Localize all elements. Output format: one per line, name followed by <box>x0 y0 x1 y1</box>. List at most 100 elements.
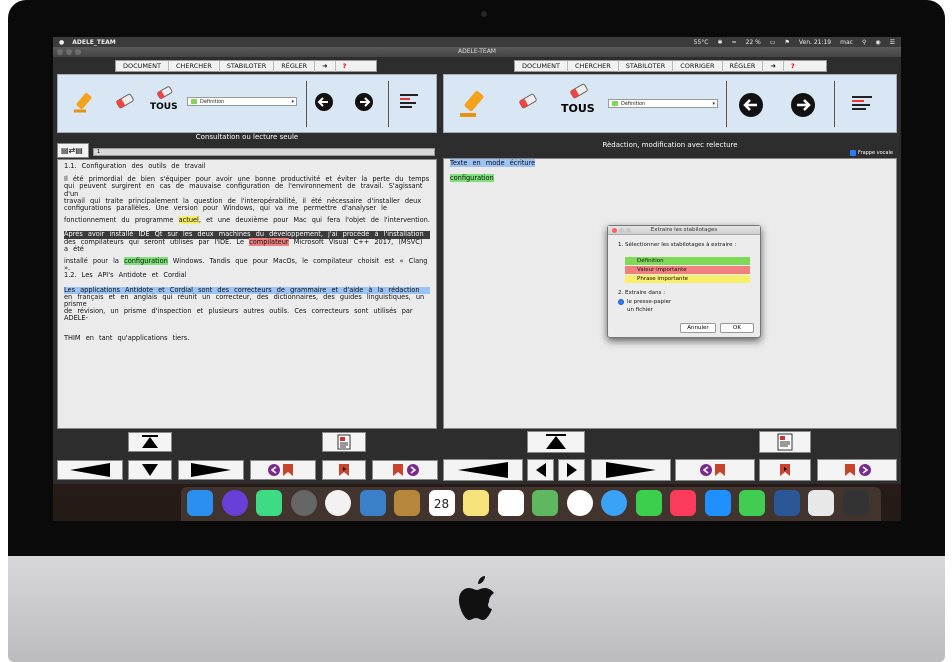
screen: ● ADELE_TEAM 55°C ✱ ≈ 22 % ▭ ⚑ Ven. 21:1… <box>53 37 901 521</box>
apple-menu-icon[interactable]: ● <box>59 39 64 46</box>
scroll-down-button[interactable] <box>128 460 172 480</box>
notes-icon[interactable] <box>463 490 489 516</box>
go-to-top-button[interactable] <box>128 432 172 452</box>
wifi-icon[interactable]: ≈ <box>732 39 737 46</box>
next-bookmark-button[interactable] <box>372 460 438 480</box>
next-line-button[interactable] <box>558 459 585 481</box>
music-icon[interactable] <box>670 490 696 516</box>
close-button[interactable] <box>57 49 63 55</box>
highlight-list-icon[interactable] <box>850 93 874 115</box>
siri-icon[interactable] <box>221 490 248 516</box>
previous-page-button[interactable] <box>57 460 123 480</box>
eraser-all-icon[interactable] <box>566 83 592 101</box>
app-menu[interactable]: ADELE_TEAM <box>72 39 115 46</box>
highlight-type-select[interactable]: Définition ▾ <box>187 97 297 106</box>
search-icon[interactable]: ⚲ <box>862 39 866 46</box>
menu-help[interactable]: ? <box>336 61 354 72</box>
menu-chercher[interactable]: CHERCHER <box>568 60 619 72</box>
previous-bookmark-button[interactable] <box>675 459 755 481</box>
previous-page-button[interactable] <box>443 459 523 481</box>
option-definition[interactable]: Définition <box>625 257 750 265</box>
menu-stabiloter[interactable]: STABILOTER <box>220 60 275 72</box>
qt-creator-icon[interactable] <box>739 490 765 516</box>
highlight-list-icon[interactable] <box>398 91 420 111</box>
word-icon[interactable] <box>773 490 800 516</box>
user-name[interactable]: mac <box>840 39 853 46</box>
launchpad-icon[interactable] <box>290 490 317 516</box>
highlighter-icon[interactable] <box>458 87 492 119</box>
previous-bookmark-button[interactable] <box>250 460 316 480</box>
menu-corriger[interactable]: CORRIGER <box>673 60 723 72</box>
menu-list-icon[interactable]: ☰ <box>890 39 895 46</box>
dialog-zoom-button[interactable] <box>626 228 631 233</box>
menu-chercher[interactable]: CHERCHER <box>169 60 220 72</box>
eraser-icon[interactable] <box>516 91 540 113</box>
chrome-icon[interactable] <box>325 490 351 516</box>
next-bookmark-button[interactable] <box>817 459 897 481</box>
play-bookmark-button[interactable] <box>759 459 811 481</box>
minimize-button[interactable] <box>66 49 72 55</box>
next-arrow-icon[interactable] <box>790 92 816 118</box>
play-bookmark-button[interactable] <box>322 460 366 480</box>
clock[interactable]: Ven. 21:19 <box>799 39 831 46</box>
sync-pages-button[interactable]: ▤⇄▤ <box>57 143 89 158</box>
document-view-button[interactable] <box>759 431 811 453</box>
export-arrow-icon[interactable]: ➜ <box>315 60 336 72</box>
eraser-icon[interactable] <box>113 91 137 113</box>
facetime-icon[interactable] <box>635 490 662 516</box>
next-arrow-icon[interactable] <box>354 92 374 112</box>
ok-button[interactable]: OK <box>720 323 754 333</box>
export-arrow-icon[interactable]: ➜ <box>763 60 784 72</box>
menu-help[interactable]: ? <box>784 61 802 72</box>
apple-logo-icon <box>459 576 494 620</box>
option-phrase-importante[interactable]: Phrase importante <box>625 275 750 283</box>
menu-document[interactable]: DOCUMENT <box>515 60 568 72</box>
option-valeur-importante[interactable]: Valeur importante <box>625 266 750 274</box>
textedit-icon[interactable] <box>808 490 834 516</box>
next-page-button[interactable] <box>591 459 671 481</box>
highlight-type-select[interactable]: Définition ▾ <box>608 99 718 108</box>
previous-arrow-icon[interactable] <box>738 92 764 118</box>
dialog-minimize-button[interactable] <box>619 228 624 233</box>
android-studio-icon[interactable] <box>256 490 282 516</box>
highlighter-icon[interactable] <box>72 89 100 115</box>
menu-regler[interactable]: RÉGLER <box>723 60 764 72</box>
tous-label[interactable]: TOUS <box>561 102 595 115</box>
cancel-button[interactable]: Annuler <box>680 323 716 333</box>
maps-icon[interactable] <box>532 490 558 516</box>
appstore-icon[interactable] <box>704 490 731 516</box>
document-icon <box>777 433 793 451</box>
messages-icon[interactable] <box>601 490 627 516</box>
siri-menu-icon[interactable]: ◉ <box>875 39 880 46</box>
photos-icon[interactable] <box>566 490 593 516</box>
preview-icon[interactable] <box>359 490 386 516</box>
flag-icon[interactable]: ⚑ <box>784 39 789 46</box>
radio-presse-papier[interactable]: le presse-papier <box>618 299 671 305</box>
finder-icon[interactable] <box>187 490 213 516</box>
zoom-button[interactable] <box>75 49 81 55</box>
menu-document[interactable]: DOCUMENT <box>116 60 169 72</box>
window-title: ADELE-TEAM <box>457 48 496 55</box>
bluetooth-icon[interactable]: ✱ <box>718 39 723 46</box>
menu-stabiloter[interactable]: STABILOTER <box>619 60 674 72</box>
frappe-vocale-checkbox[interactable]: Frappe vocale <box>850 150 893 156</box>
battery-icon[interactable]: ▭ <box>770 39 776 46</box>
calendar-icon[interactable]: 28 <box>428 490 455 516</box>
step1-label: 1. Sélectionner les stabilotages à extra… <box>618 242 737 248</box>
next-page-button[interactable] <box>178 460 244 480</box>
previous-arrow-icon[interactable] <box>314 92 334 112</box>
left-document-pane[interactable]: 1.1. Configuration des outils de travail… <box>57 159 437 429</box>
tous-label[interactable]: TOUS <box>150 102 178 112</box>
go-to-top-button[interactable] <box>527 431 585 453</box>
small-left-arrow-icon <box>535 463 546 477</box>
reminders-icon[interactable] <box>497 490 524 516</box>
notes-book-icon[interactable] <box>394 490 420 516</box>
radio-fichier[interactable]: un fichier <box>627 307 653 313</box>
dialog-close-button[interactable] <box>612 228 617 233</box>
eraser-all-icon[interactable] <box>154 85 176 101</box>
document-view-button[interactable] <box>322 432 366 452</box>
trash-icon[interactable] <box>842 490 869 516</box>
previous-line-button[interactable] <box>527 459 554 481</box>
page-number-field[interactable]: 1 <box>93 148 435 156</box>
menu-regler[interactable]: RÉGLER <box>274 60 316 72</box>
